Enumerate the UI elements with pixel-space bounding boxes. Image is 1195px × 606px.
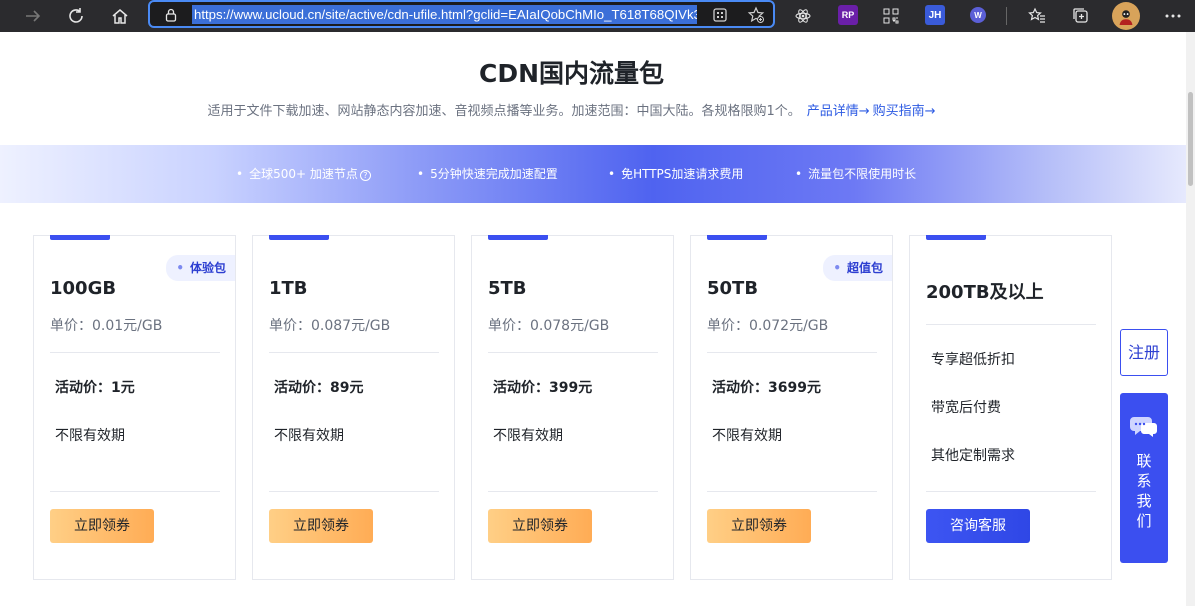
card-accent-bar [926, 235, 986, 240]
validity: 不限有效期 [493, 428, 563, 444]
profile-avatar[interactable] [1112, 2, 1140, 30]
unit-price: 单价：0.01元/GB [50, 318, 163, 334]
feature-no-expiry: 流量包不限使用时长 [795, 165, 916, 182]
feature-fast-config: 5分钟快速完成加速配置 [417, 165, 558, 182]
card-divider [926, 491, 1096, 492]
browser-toolbar: https://www.ucloud.cn/site/active/cdn-uf… [0, 0, 1195, 32]
purchase-guide-link[interactable]: 购买指南→ [873, 104, 936, 119]
react-devtools-icon[interactable] [790, 3, 816, 29]
page-content: CDN国内流量包 适用于文件下载加速、网站静态内容加速、音视频点播等业务。加速范… [0, 32, 1186, 606]
package-name: 5TB [488, 278, 527, 299]
claim-coupon-button[interactable]: 立即领券 [269, 509, 373, 543]
card-accent-bar [707, 235, 767, 240]
card-divider [926, 324, 1096, 325]
promo-price: 活动价：1元 [55, 380, 135, 396]
rp-extension-label: RP [841, 10, 855, 20]
feature-postpaid: 带宽后付费 [931, 400, 1001, 416]
claim-coupon-button[interactable]: 立即领券 [50, 509, 154, 543]
page-scrollbar[interactable] [1186, 32, 1195, 606]
collections-icon[interactable] [1068, 3, 1094, 29]
card-divider [488, 491, 658, 492]
home-icon[interactable] [107, 3, 133, 29]
contact-us-button[interactable]: 联系我们 [1120, 393, 1168, 563]
url-text[interactable]: https://www.ucloud.cn/site/active/cdn-uf… [192, 5, 697, 24]
refresh-icon[interactable] [63, 3, 89, 29]
card-divider [488, 352, 658, 353]
promo-price: 活动价：399元 [493, 380, 593, 396]
package-name: 100GB [50, 278, 117, 299]
trial-badge: 体验包 [166, 255, 235, 281]
add-favorite-icon[interactable] [747, 6, 765, 24]
promo-price: 活动价：89元 [274, 380, 364, 396]
unit-price: 单价：0.078元/GB [488, 318, 610, 334]
unit-price: 单价：0.087元/GB [269, 318, 391, 334]
card-divider [269, 491, 439, 492]
claim-coupon-button[interactable]: 立即领券 [488, 509, 592, 543]
card-accent-bar [50, 235, 110, 240]
feature-band: 全球500+ 加速节点? 5分钟快速完成加速配置 免HTTPS加速请求费用 流量… [0, 145, 1186, 203]
feature-discount: 专享超低折扣 [931, 352, 1015, 368]
validity: 不限有效期 [712, 428, 782, 444]
scrollbar-thumb[interactable] [1188, 92, 1193, 186]
w-extension-icon[interactable]: W [970, 7, 986, 23]
feature-https-free: 免HTTPS加速请求费用 [608, 165, 743, 182]
package-card-200tb: 200TB及以上 专享超低折扣 带宽后付费 其他定制需求 咨询客服 [909, 235, 1112, 580]
package-card-100gb: 体验包 100GB 单价：0.01元/GB 活动价：1元 不限有效期 立即领券 [33, 235, 236, 580]
product-detail-link[interactable]: 产品详情→ [807, 104, 870, 119]
card-divider [50, 491, 220, 492]
qr-code-icon[interactable] [878, 3, 904, 29]
package-card-5tb: 5TB 单价：0.078元/GB 活动价：399元 不限有效期 立即领券 [471, 235, 674, 580]
package-name: 200TB及以上 [926, 282, 1044, 303]
package-card-1tb: 1TB 单价：0.087元/GB 活动价：89元 不限有效期 立即领券 [252, 235, 455, 580]
card-divider [707, 491, 877, 492]
jh-extension-icon[interactable]: JH [925, 5, 945, 25]
page-subtitle: 适用于文件下载加速、网站静态内容加速、音视频点播等业务。加速范围：中国大陆。各规… [0, 100, 1143, 119]
subtitle-text: 适用于文件下载加速、网站静态内容加速、音视频点播等业务。加速范围：中国大陆。各规… [207, 104, 801, 119]
package-name: 50TB [707, 278, 759, 299]
page-title: CDN国内流量包 [478, 59, 665, 88]
toolbar-divider [1006, 7, 1007, 25]
favorites-icon[interactable] [1024, 3, 1050, 29]
more-menu-icon[interactable] [1160, 3, 1186, 29]
card-divider [50, 352, 220, 353]
chat-icon [1130, 417, 1157, 437]
app-grid-icon[interactable] [711, 6, 729, 24]
contact-support-button[interactable]: 咨询客服 [926, 509, 1030, 543]
promo-price: 活动价：3699元 [712, 380, 821, 396]
card-accent-bar [488, 235, 548, 240]
lock-icon [164, 7, 178, 22]
claim-coupon-button[interactable]: 立即领券 [707, 509, 811, 543]
validity: 不限有效期 [274, 428, 344, 444]
package-name: 1TB [269, 278, 308, 299]
address-bar[interactable]: https://www.ucloud.cn/site/active/cdn-uf… [148, 0, 775, 28]
card-divider [707, 352, 877, 353]
w-extension-label: W [974, 10, 982, 20]
package-card-50tb: 超值包 50TB 单价：0.072元/GB 活动价：3699元 不限有效期 立即… [690, 235, 893, 580]
card-accent-bar [269, 235, 329, 240]
register-button[interactable]: 注册 [1120, 329, 1168, 376]
feature-nodes: 全球500+ 加速节点? [236, 165, 371, 182]
forward-icon[interactable] [20, 3, 46, 29]
card-divider [269, 352, 439, 353]
rp-extension-icon[interactable]: RP [838, 5, 858, 25]
help-icon[interactable]: ? [359, 170, 371, 181]
feature-nodes-label: 全球500+ 加速节点 [249, 167, 358, 181]
contact-us-label: 联系我们 [1136, 452, 1152, 530]
validity: 不限有效期 [55, 428, 125, 444]
value-badge: 超值包 [823, 255, 892, 281]
jh-extension-label: JH [928, 9, 942, 21]
feature-custom: 其他定制需求 [931, 448, 1015, 464]
unit-price: 单价：0.072元/GB [707, 318, 829, 334]
